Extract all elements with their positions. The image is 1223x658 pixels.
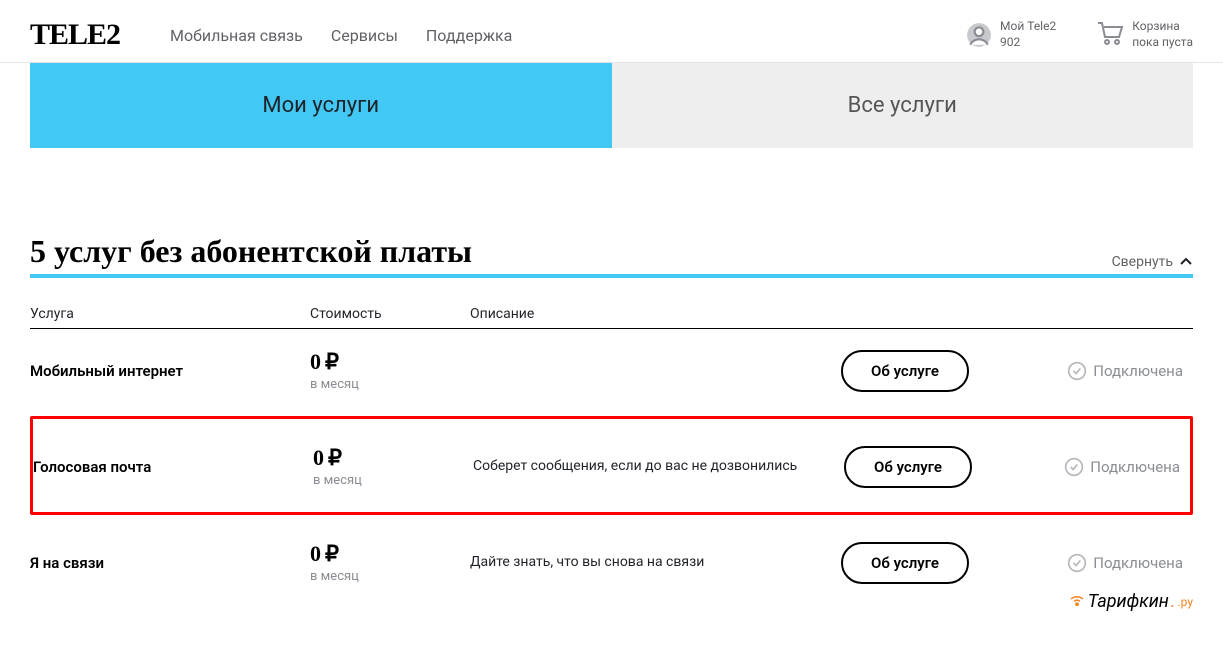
- cart-icon: [1096, 21, 1124, 49]
- cart-link[interactable]: Корзина пока пуста: [1096, 19, 1193, 50]
- table-row: Я на связи0 ₽ в месяцДайте знать, что вы …: [30, 521, 1193, 602]
- col-desc: Описание: [470, 306, 815, 322]
- col-service: Услуга: [30, 306, 310, 322]
- watermark: Тарифкин..ру: [1068, 590, 1193, 613]
- collapse-label: Свернуть: [1112, 254, 1173, 270]
- service-price: 0 ₽: [310, 349, 470, 375]
- nav-services[interactable]: Сервисы: [331, 26, 398, 45]
- about-button[interactable]: Об услуге: [841, 350, 969, 392]
- table-header: Услуга Стоимость Описание: [30, 306, 1193, 329]
- watermark-suffix: .ру: [1177, 595, 1193, 609]
- service-name: Я на связи: [30, 554, 310, 572]
- main-nav: Мобильная связь Сервисы Поддержка: [170, 26, 512, 45]
- service-price: 0 ₽: [313, 445, 473, 471]
- account-label: Мой Tele2: [1000, 19, 1056, 35]
- account-number: 902: [1000, 35, 1056, 51]
- highlighted-row: Голосовая почта0 ₽ в месяцСоберет сообщен…: [30, 416, 1193, 515]
- status-text: Подключена: [1090, 458, 1180, 476]
- wifi-icon: [1068, 590, 1086, 613]
- about-button[interactable]: Об услуге: [841, 542, 969, 584]
- status-badge: Подключена: [1064, 457, 1180, 477]
- collapse-toggle[interactable]: Свернуть: [1112, 254, 1193, 270]
- section-title: 5 услуг без абонентской платы: [30, 233, 472, 270]
- service-name: Мобильный интернет: [30, 362, 310, 380]
- chevron-up-icon: [1179, 255, 1193, 269]
- status-badge: Подключена: [1067, 553, 1183, 573]
- account-text: Мой Tele2 902: [1000, 19, 1056, 50]
- user-icon: [966, 22, 992, 48]
- cart-status: пока пуста: [1132, 35, 1193, 51]
- table-row: Мобильный интернет0 ₽ в месяц Об услуге Под…: [30, 329, 1193, 410]
- service-name: Голосовая почта: [33, 458, 313, 476]
- about-button[interactable]: Об услуге: [844, 446, 972, 488]
- check-circle-icon: [1067, 553, 1087, 573]
- tab-my-services[interactable]: Мои услуги: [30, 63, 612, 148]
- status-text: Подключена: [1093, 362, 1183, 380]
- cart-text: Корзина пока пуста: [1132, 19, 1193, 50]
- check-circle-icon: [1067, 361, 1087, 381]
- check-circle-icon: [1064, 457, 1084, 477]
- service-desc: Соберет сообщения, если до вас не дозвон…: [473, 457, 818, 477]
- tab-all-services[interactable]: Все услуги: [612, 63, 1194, 148]
- service-period: в месяц: [310, 569, 470, 584]
- services-table: Услуга Стоимость Описание Мобильный инте…: [30, 306, 1193, 602]
- cart-label: Корзина: [1132, 19, 1193, 35]
- logo[interactable]: TELE2: [30, 18, 120, 52]
- service-desc: Дайте знать, что вы снова на связи: [470, 553, 815, 573]
- status-text: Подключена: [1093, 554, 1183, 572]
- watermark-text: Тарифкин: [1088, 591, 1169, 612]
- account-link[interactable]: Мой Tele2 902: [966, 19, 1056, 50]
- col-cost: Стоимость: [310, 306, 470, 322]
- status-badge: Подключена: [1067, 361, 1183, 381]
- tabs: Мои услуги Все услуги: [30, 63, 1193, 148]
- table-row: Голосовая почта0 ₽ в месяцСоберет сообщен…: [33, 419, 1190, 512]
- nav-support[interactable]: Поддержка: [426, 26, 512, 45]
- nav-mobile[interactable]: Мобильная связь: [170, 26, 303, 45]
- service-period: в месяц: [310, 377, 470, 392]
- service-period: в месяц: [313, 473, 473, 488]
- service-price: 0 ₽: [310, 541, 470, 567]
- header: TELE2 Мобильная связь Сервисы Поддержка …: [0, 0, 1223, 63]
- section-heading: 5 услуг без абонентской платы Свернуть: [30, 233, 1193, 278]
